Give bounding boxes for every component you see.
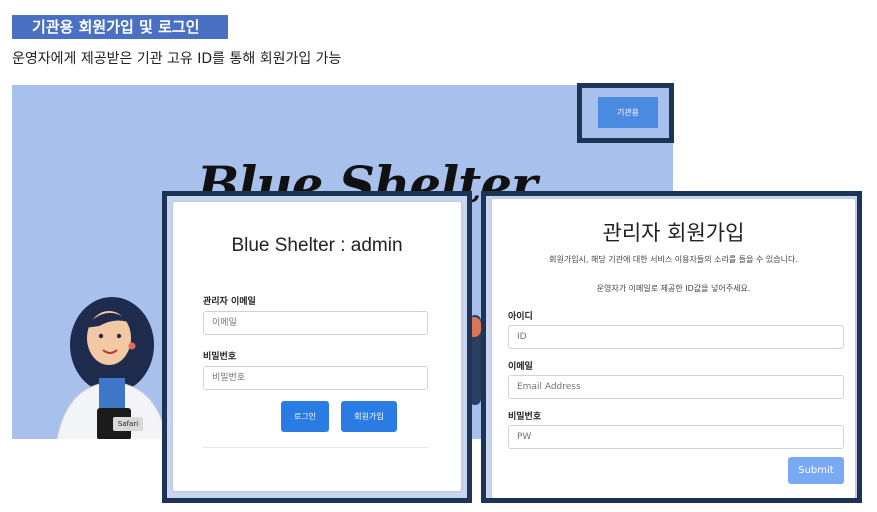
signup-description: 회원가입시, 해당 기관에 대한 서비스 이용자들의 소리를 들을 수 있습니다… bbox=[549, 255, 798, 264]
page-root: 기관용 회원가입 및 로그인 운영자에게 제공받은 기관 고유 ID를 통해 회… bbox=[0, 0, 877, 512]
submit-button[interactable]: Submit bbox=[788, 457, 844, 484]
signup-password-field[interactable] bbox=[508, 425, 844, 449]
signup-email-field[interactable] bbox=[508, 375, 844, 399]
id-label: 아이디 bbox=[508, 312, 533, 322]
signup-frame: 관리자 회원가입 회원가입시, 해당 기관에 대한 서비스 이용자들의 소리를 … bbox=[481, 191, 862, 503]
signup-password-label: 비밀번호 bbox=[508, 412, 542, 422]
eye-left bbox=[98, 333, 104, 339]
section-subtitle: 운영자에게 제공받은 기관 고유 ID를 통해 회원가입 가능 bbox=[12, 51, 342, 67]
password-label: 비밀번호 bbox=[203, 352, 237, 362]
signup-instruction: 운영자가 이메일로 제공한 ID값을 넣어주세요. bbox=[596, 284, 751, 293]
password-field[interactable] bbox=[203, 366, 428, 390]
divider bbox=[203, 447, 428, 448]
login-card: Blue Shelter : admin 관리자 이메일 비밀번호 로그인 회원… bbox=[173, 202, 461, 491]
login-frame: Blue Shelter : admin 관리자 이메일 비밀번호 로그인 회원… bbox=[162, 191, 472, 503]
eye-right bbox=[116, 333, 122, 339]
login-title: Blue Shelter : admin bbox=[231, 235, 403, 256]
org-login-button[interactable]: 기관용 bbox=[598, 97, 658, 128]
earring bbox=[128, 342, 136, 350]
org-button-highlight: 기관용 bbox=[577, 83, 674, 143]
signup-card: 관리자 회원가입 회원가입시, 해당 기관에 대한 서비스 이용자들의 소리를 … bbox=[492, 199, 855, 498]
signup-email-label: 이메일 bbox=[508, 362, 533, 372]
safari-label: Safari bbox=[113, 417, 143, 431]
id-field[interactable] bbox=[508, 325, 844, 349]
signup-title: 관리자 회원가입 bbox=[602, 221, 745, 245]
login-button[interactable]: 로그인 bbox=[281, 401, 329, 432]
email-field[interactable] bbox=[203, 311, 428, 335]
email-label: 관리자 이메일 bbox=[203, 297, 256, 307]
shirt bbox=[99, 378, 125, 408]
signup-button[interactable]: 회원가입 bbox=[341, 401, 397, 432]
section-title: 기관용 회원가입 및 로그인 bbox=[12, 15, 228, 39]
